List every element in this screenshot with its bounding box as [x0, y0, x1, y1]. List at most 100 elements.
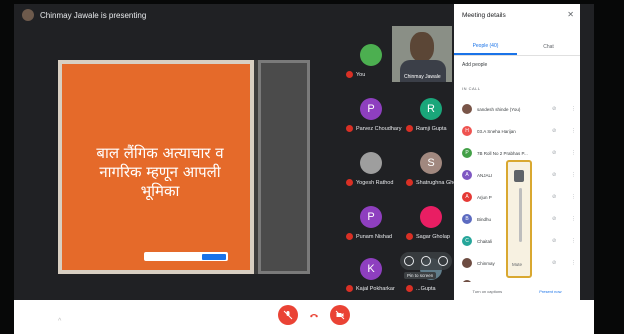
row-actions: ⊘⋮ — [552, 106, 576, 112]
volume-label: Mute — [512, 262, 523, 267]
more-options-icon[interactable]: ⋮ — [571, 172, 576, 178]
in-call-heading: IN CALL — [462, 86, 481, 91]
row-actions: ⊘⋮ — [552, 150, 576, 156]
mic-off-icon — [346, 125, 353, 132]
mic-off-icon — [406, 179, 413, 186]
participant-tile[interactable]: Yogesh Rathod — [346, 152, 398, 192]
presented-slide: बाल लैंगिक अत्याचार व नागरिक म्हणून आपली… — [58, 60, 254, 274]
presentation-stage[interactable]: बाल लैंगिक अत्याचार व नागरिक म्हणून आपली… — [58, 60, 310, 274]
participant-list-name: sandesh shinde (You) — [477, 106, 521, 112]
camera-off-button[interactable] — [330, 305, 350, 325]
participant-name: Parvez Choudhary — [356, 125, 402, 132]
volume-slider[interactable] — [519, 188, 522, 242]
avatar — [462, 258, 472, 268]
speaker-icon — [514, 170, 524, 182]
mic-off-icon[interactable]: ⊘ — [552, 172, 556, 178]
slide-side-panel — [258, 60, 310, 274]
list-item[interactable]: H 03.A Sneha Harijan ⊘ ⋮ — [462, 120, 576, 142]
participant-list-name: 7B Roll No 2 Prabhas P... — [477, 150, 528, 156]
avatar: P — [360, 206, 382, 228]
avatar: A — [462, 192, 472, 202]
call-control-bar — [14, 300, 594, 334]
present-now-button[interactable]: Present now — [539, 289, 561, 294]
participant-tile-label: Kajal Pokharkar — [346, 285, 406, 292]
participant-name: ...Gupta — [416, 285, 436, 292]
mic-off-icon[interactable]: ⊘ — [552, 106, 556, 112]
participant-name: Sagar Gholap — [416, 233, 450, 240]
details-bottom-strip: Turn on captions Present now — [454, 282, 580, 300]
row-actions: ⊘⋮ — [552, 128, 576, 134]
mic-off-icon — [346, 285, 353, 292]
more-options-icon[interactable]: ⋮ — [571, 150, 576, 156]
pin-tooltip: Pin to screen — [404, 272, 437, 279]
pin-icon[interactable] — [403, 256, 414, 266]
stop-sharing-button[interactable] — [202, 253, 226, 260]
hang-up-button[interactable] — [304, 305, 324, 325]
mic-off-button[interactable] — [278, 305, 298, 325]
stop-sharing-chip[interactable] — [144, 252, 228, 261]
tab-chat[interactable]: Chat — [517, 38, 580, 55]
participant-name: Ramji Gupta — [416, 125, 447, 132]
mic-off-icon — [406, 125, 413, 132]
details-title: Meeting details — [462, 12, 506, 19]
participant-tile[interactable]: Sagar Gholap — [406, 206, 458, 246]
avatar — [462, 104, 472, 114]
avatar: C — [462, 236, 472, 246]
more-options-icon[interactable]: ⋮ — [571, 194, 576, 200]
camera-watermark: POCO — [16, 316, 51, 328]
captions-button[interactable]: Turn on captions — [473, 289, 503, 294]
row-actions: ⊘⋮ — [552, 194, 576, 200]
close-icon[interactable]: ✕ — [567, 10, 574, 19]
slide-line-2: नागरिक म्हणून आपली — [99, 163, 221, 181]
participant-tile[interactable]: You — [346, 44, 398, 84]
mic-off-icon[interactable]: ⊘ — [552, 128, 556, 134]
row-actions: ⊘⋮ — [552, 238, 576, 244]
mic-off-icon[interactable]: ⊘ — [552, 150, 556, 156]
phone-icon — [310, 314, 318, 318]
mic-off-icon — [283, 310, 293, 320]
more-options-icon[interactable]: ⋮ — [571, 260, 576, 266]
more-options-icon[interactable]: ⋮ — [571, 216, 576, 222]
mic-off-icon — [346, 233, 353, 240]
chevron-up-icon: ^ — [58, 318, 62, 325]
presenter-face — [410, 32, 434, 62]
presenting-banner: Chinmay Jawale is presenting — [14, 4, 474, 26]
mic-off-icon — [346, 179, 353, 186]
avatar: P — [462, 148, 472, 158]
more-options-icon[interactable]: ⋮ — [571, 238, 576, 244]
mute-participant-icon[interactable] — [420, 256, 431, 266]
row-actions: ⊘⋮ — [552, 172, 576, 178]
presenting-text: Chinmay Jawale is presenting — [40, 10, 147, 20]
participant-tile-label: Yogesh Rathod — [346, 179, 406, 186]
participant-tile[interactable]: P Parvez Choudhary — [346, 98, 402, 138]
remove-icon[interactable] — [438, 256, 449, 266]
volume-popup[interactable]: Mute — [506, 160, 532, 278]
more-options-icon[interactable]: ⋮ — [571, 106, 576, 112]
tab-people[interactable]: People (40) — [454, 38, 517, 55]
presenter-avatar — [22, 9, 34, 21]
tile-hover-controls[interactable] — [400, 252, 452, 270]
slide-line-3: भूमिका — [140, 182, 180, 200]
mic-off-icon — [406, 233, 413, 240]
participant-name: You — [356, 71, 366, 78]
avatar: H — [462, 126, 472, 136]
avatar: S — [420, 152, 442, 174]
slide-title: बाल लैंगिक अत्याचार व नागरिक म्हणून आपली… — [70, 144, 250, 201]
participant-tile[interactable]: P Punam Nishad — [346, 206, 398, 246]
participant-tile[interactable]: K Kajal Pokharkar — [346, 258, 398, 298]
mic-off-icon[interactable]: ⊘ — [552, 238, 556, 244]
participant-list-name: 03.A Sneha Harijan — [477, 128, 516, 134]
avatar: P — [360, 98, 382, 120]
mic-off-icon[interactable]: ⊘ — [552, 194, 556, 200]
mic-off-icon[interactable]: ⊘ — [552, 260, 556, 266]
list-item[interactable]: sandesh shinde (You) ⊘ ⋮ — [462, 98, 576, 120]
participant-tile-label: Parvez Choudhary — [346, 125, 406, 132]
mic-off-icon[interactable]: ⊘ — [552, 216, 556, 222]
participant-tile[interactable]: R Ramji Gupta — [406, 98, 458, 138]
more-options-icon[interactable]: ⋮ — [571, 128, 576, 134]
add-people-button[interactable]: Add people — [462, 62, 487, 68]
camera-off-icon — [335, 310, 345, 320]
presenter-video-tile[interactable]: Chinmay Jawale — [392, 26, 452, 82]
participant-tile[interactable]: S Shatrughna Gho... — [406, 152, 461, 192]
participant-name: Yogesh Rathod — [356, 179, 394, 186]
